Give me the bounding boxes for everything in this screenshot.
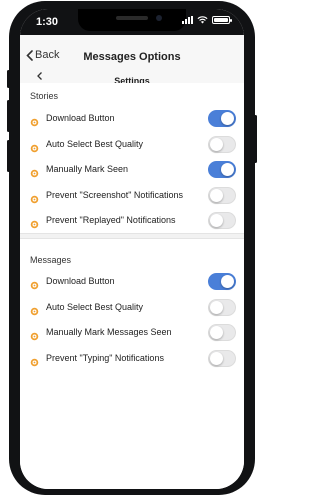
- settings-row: Download Button: [20, 270, 244, 294]
- toggle-knob: [210, 137, 223, 151]
- settings-icon: [30, 354, 39, 366]
- settings-row-label: Auto Select Best Quality: [46, 301, 144, 312]
- phone-side-button: [7, 100, 10, 132]
- settings-row-label: Auto Select Best Quality: [46, 138, 144, 149]
- settings-icon: [30, 114, 39, 127]
- toggle-knob: [221, 112, 234, 125]
- settings-icon: [30, 277, 39, 290]
- phone-side-button: [7, 140, 10, 172]
- settings-row: Prevent "Replayed" Notifications: [20, 209, 244, 233]
- settings-row: Prevent "Screenshot" Notifications: [20, 184, 244, 208]
- settings-icon: [30, 191, 39, 203]
- toggle-switch[interactable]: [208, 161, 236, 178]
- toggle-switch[interactable]: [208, 186, 236, 204]
- toggle-knob: [210, 188, 223, 202]
- settings-row: Manually Mark Messages Seen: [20, 321, 244, 345]
- settings-row: Auto Select Best Quality: [20, 133, 244, 157]
- toggle-knob: [221, 163, 234, 176]
- status-time: 1:30: [36, 16, 59, 28]
- toggle-knob: [210, 351, 223, 365]
- phone-side-button: [254, 115, 257, 163]
- status-icons: [182, 16, 232, 24]
- settings-icon: [30, 216, 39, 229]
- settings-row-label: Prevent "Replayed" Notifications: [46, 215, 176, 225]
- signal-icon: [182, 16, 193, 24]
- toggle-knob: [210, 326, 223, 339]
- settings-row: Manually Mark Seen: [20, 158, 244, 182]
- toggle-switch[interactable]: [208, 135, 236, 153]
- settings-row: Download Button: [20, 107, 244, 131]
- toggle-switch[interactable]: [208, 273, 236, 290]
- toggle-switch[interactable]: [208, 212, 236, 229]
- settings-row: Auto Select Best Quality: [20, 296, 244, 320]
- battery-icon: [212, 16, 232, 24]
- settings-row-label: Manually Mark Seen: [46, 164, 129, 174]
- settings-icon: [30, 303, 39, 315]
- speaker-grille: [116, 16, 148, 20]
- settings-row-label: Prevent "Typing" Notifications: [46, 352, 164, 363]
- phone-side-button: [7, 70, 10, 88]
- wifi-icon: [197, 16, 208, 24]
- section-header: Messages: [30, 255, 72, 265]
- notch: [78, 9, 186, 31]
- section-header: Stories: [30, 91, 59, 101]
- settings-icon: [30, 328, 39, 341]
- settings-row-label: Download Button: [46, 276, 115, 286]
- toggle-switch[interactable]: [208, 110, 236, 127]
- front-camera: [156, 15, 162, 21]
- settings-list: Stories Download Button Auto Select Best Q…: [20, 83, 244, 489]
- settings-icon: [30, 165, 39, 178]
- navigation-bar: Back Messages Options Settings: [20, 35, 244, 86]
- settings-row-label: Manually Mark Messages Seen: [46, 327, 172, 337]
- toggle-switch[interactable]: [208, 349, 236, 367]
- toggle-switch[interactable]: [208, 324, 236, 341]
- settings-row: Prevent "Typing" Notifications: [20, 347, 244, 371]
- page-title: Messages Options: [83, 51, 181, 63]
- status-bar: 1:30: [20, 9, 244, 35]
- settings-row-label: Prevent "Screenshot" Notifications: [46, 189, 183, 200]
- section-divider: [20, 233, 244, 239]
- toggle-switch[interactable]: [208, 298, 236, 316]
- toggle-knob: [221, 275, 234, 288]
- toggle-knob: [210, 300, 223, 314]
- settings-row-label: Download Button: [46, 113, 115, 123]
- toggle-knob: [210, 214, 223, 227]
- screen: 1:30 Back Messages Options Settings Stor…: [20, 9, 244, 489]
- settings-icon: [30, 140, 39, 152]
